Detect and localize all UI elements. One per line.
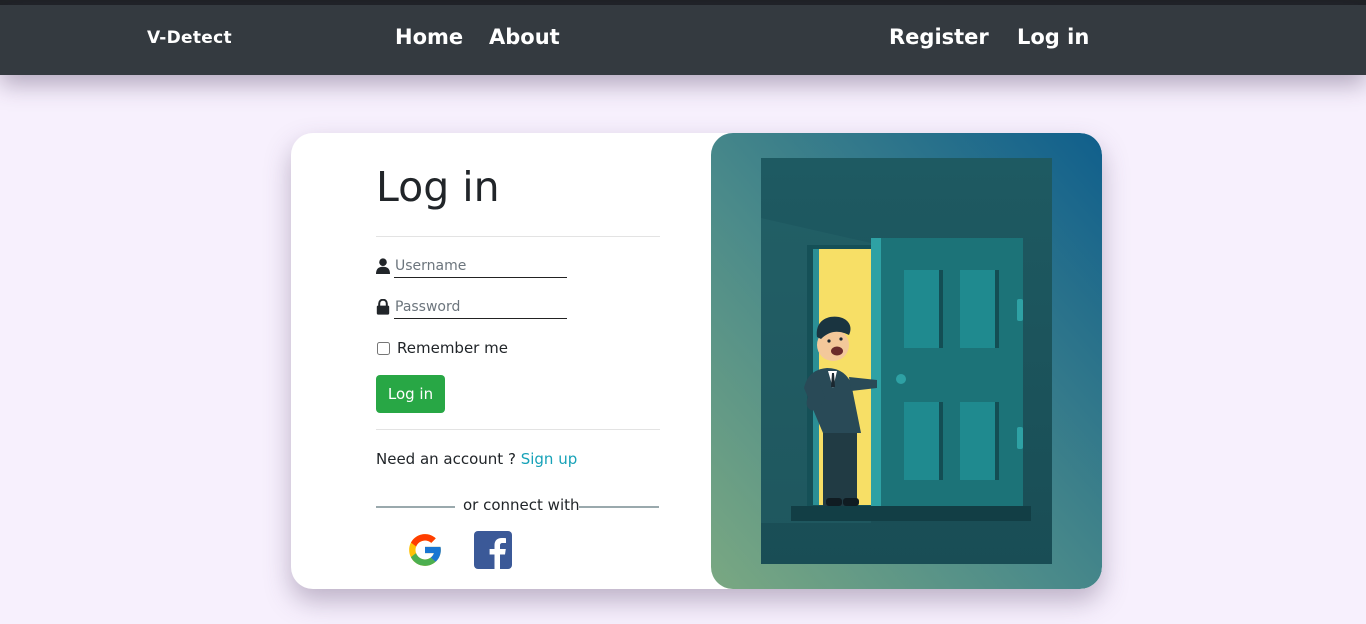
remember-me-label: Remember me: [397, 339, 508, 357]
door-illustration: [711, 133, 1102, 589]
connect-divider: or connect with: [376, 496, 660, 516]
divider-line: [579, 506, 659, 508]
login-button[interactable]: Log in: [376, 375, 445, 413]
divider-line: [376, 506, 455, 508]
need-account-text: Need an account ?: [376, 450, 516, 468]
nav-home-link[interactable]: Home: [395, 25, 463, 49]
password-field-group: [376, 297, 569, 319]
remember-me: Remember me: [376, 339, 508, 357]
username-field-group: [376, 256, 569, 278]
password-input[interactable]: [394, 297, 567, 319]
login-card: Log in Remember me Log in Need an accoun…: [291, 133, 1102, 589]
login-form: Log in Remember me Log in Need an accoun…: [376, 133, 661, 589]
signup-prompt: Need an account ? Sign up: [376, 450, 577, 468]
remember-me-checkbox[interactable]: [377, 341, 390, 355]
brand-logo[interactable]: V-Detect: [147, 28, 232, 48]
nav-about-link[interactable]: About: [489, 25, 560, 49]
user-icon: [376, 258, 390, 274]
nav-register-link[interactable]: Register: [889, 25, 989, 49]
navbar: V-Detect Home About Register Log in: [0, 5, 1366, 75]
nav-login-link[interactable]: Log in: [1017, 25, 1089, 49]
facebook-icon[interactable]: [474, 531, 512, 569]
google-icon[interactable]: [406, 531, 444, 569]
signup-link[interactable]: Sign up: [521, 450, 578, 468]
divider: [376, 429, 660, 430]
page-title: Log in: [376, 163, 500, 211]
lock-icon: [376, 299, 390, 315]
divider: [376, 236, 660, 237]
username-input[interactable]: [394, 256, 567, 278]
connect-text: or connect with: [463, 496, 580, 514]
